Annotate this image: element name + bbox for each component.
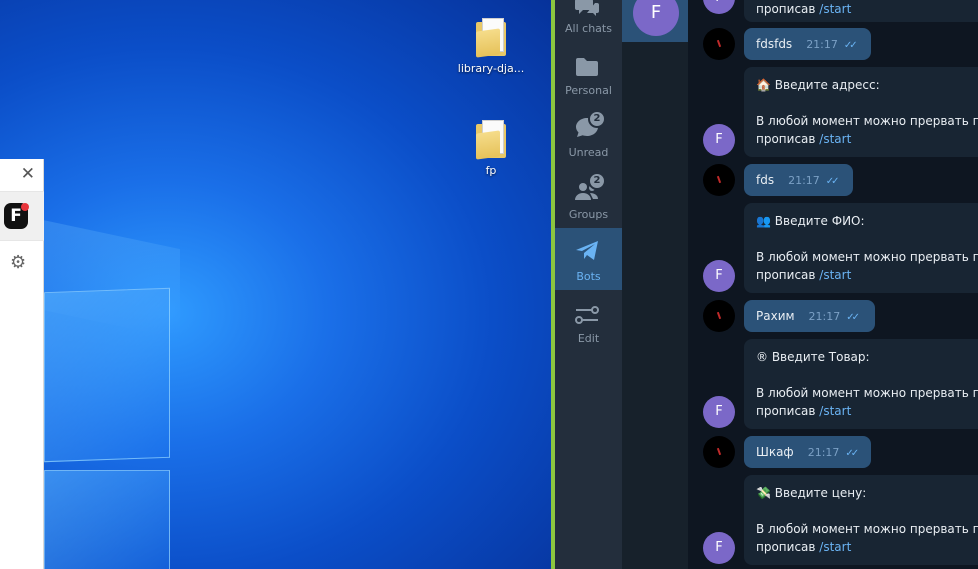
message-incoming: 👥 Введите ФИО: В любой момент можно прер… bbox=[744, 203, 978, 293]
mini-app-entry[interactable]: F bbox=[0, 191, 44, 241]
message-outgoing: Шкаф 21:17 ✓✓ bbox=[744, 436, 871, 468]
wallpaper-window-pane-top bbox=[44, 287, 170, 463]
double-check-icon: ✓✓ bbox=[846, 312, 860, 323]
desktop-icon-fp[interactable]: fp bbox=[456, 118, 526, 177]
message-body: В любой момент можно прервать п bbox=[756, 386, 978, 400]
money-emoji-icon: 💸 bbox=[756, 486, 771, 500]
mini-app-window: ✕ F ⚙ bbox=[0, 159, 44, 569]
start-link[interactable]: /start bbox=[819, 268, 851, 282]
notification-dot bbox=[21, 203, 29, 211]
avatar: F bbox=[633, 0, 679, 36]
folder-label: All chats bbox=[565, 22, 612, 35]
start-link[interactable]: /start bbox=[819, 404, 851, 418]
bots-icon bbox=[576, 241, 598, 260]
folder-icon bbox=[474, 16, 508, 58]
people-emoji-icon: 👥 bbox=[756, 214, 771, 228]
message-prompt: Введите ФИО: bbox=[774, 214, 865, 228]
folder-label: Edit bbox=[577, 332, 600, 345]
message-prompt: Введите Товар: bbox=[771, 350, 870, 364]
message-text: fds bbox=[756, 173, 775, 187]
double-check-icon: ✓✓ bbox=[825, 176, 840, 187]
chat-list: F bbox=[622, 0, 688, 569]
folder-bots[interactable]: Bots bbox=[555, 228, 622, 290]
chat-messages: F прописав /start fdsfds 21:17 ✓✓ 🏠 Введит… bbox=[688, 0, 978, 569]
folder-icon bbox=[474, 118, 508, 160]
house-emoji-icon: 🏠 bbox=[756, 78, 771, 92]
message-text: fdsfds bbox=[756, 37, 793, 51]
message-text: Рахим bbox=[756, 309, 795, 323]
message-outgoing: Рахим 21:17 ✓✓ bbox=[744, 300, 875, 332]
desktop-icon-library[interactable]: library-dja... bbox=[456, 16, 526, 75]
avatar bbox=[703, 164, 735, 196]
folder-unread[interactable]: 2 Unread bbox=[555, 104, 622, 166]
chats-icon bbox=[575, 0, 599, 16]
gear-icon[interactable]: ⚙ bbox=[10, 253, 26, 273]
avatar bbox=[703, 436, 735, 468]
start-link[interactable]: /start bbox=[819, 2, 851, 16]
registered-emoji-icon: ® bbox=[756, 350, 768, 364]
desktop-wallpaper: library-dja... fp ✕ F ⚙ bbox=[0, 0, 551, 569]
folder-icon bbox=[576, 58, 598, 76]
folder-label: Groups bbox=[568, 208, 609, 221]
avatar bbox=[703, 28, 735, 60]
start-link[interactable]: /start bbox=[819, 540, 851, 554]
folder-label: Bots bbox=[576, 270, 601, 283]
folder-label: Personal bbox=[565, 84, 612, 97]
folder-label: Unread bbox=[568, 146, 609, 159]
message-body: В любой момент можно прервать п bbox=[756, 250, 978, 264]
avatar: F bbox=[703, 0, 735, 14]
desktop-icon-label: library-dja... bbox=[457, 62, 525, 75]
start-link[interactable]: /start bbox=[819, 132, 851, 146]
message-time: 21:17 bbox=[807, 446, 840, 459]
double-check-icon: ✓✓ bbox=[843, 40, 858, 51]
folder-sidebar: All chats Personal 2 Unread 2 Groups Bot… bbox=[555, 0, 622, 569]
wallpaper-window-pane-bottom bbox=[44, 470, 170, 569]
folder-groups[interactable]: 2 Groups bbox=[555, 166, 622, 228]
desktop-icon-label: fp bbox=[485, 164, 497, 177]
message-time: 21:17 bbox=[806, 38, 838, 51]
message-outgoing: fdsfds 21:17 ✓✓ bbox=[744, 28, 871, 60]
edit-icon bbox=[575, 306, 599, 324]
unread-badge: 2 bbox=[588, 110, 606, 128]
avatar bbox=[703, 300, 735, 332]
avatar: F bbox=[703, 396, 735, 428]
message-body: В любой момент можно прервать п bbox=[756, 114, 978, 128]
message-prompt: Введите цену: bbox=[774, 486, 867, 500]
message-incoming: прописав /start bbox=[744, 0, 978, 22]
close-icon[interactable]: ✕ bbox=[21, 165, 35, 183]
folder-personal[interactable]: Personal bbox=[555, 42, 622, 104]
message-time: 21:17 bbox=[808, 310, 841, 323]
message-incoming: ® Введите Товар: В любой момент можно пр… bbox=[744, 339, 978, 429]
message-incoming: 🏠 Введите адресс: В любой момент можно п… bbox=[744, 67, 978, 157]
groups-badge: 2 bbox=[588, 172, 606, 190]
message-text: прописав bbox=[756, 2, 820, 16]
message-body: В любой момент можно прервать п bbox=[756, 522, 978, 536]
message-prompt: Введите адресс: bbox=[774, 78, 880, 92]
message-incoming: 💸 Введите цену: В любой момент можно пре… bbox=[744, 475, 978, 565]
avatar: F bbox=[703, 532, 735, 564]
message-text: Шкаф bbox=[756, 445, 794, 459]
message-outgoing: fds 21:17 ✓✓ bbox=[744, 164, 853, 196]
avatar: F bbox=[703, 260, 735, 292]
folder-edit[interactable]: Edit bbox=[555, 290, 622, 352]
chat-list-item-active[interactable]: F bbox=[622, 0, 688, 42]
message-time: 21:17 bbox=[788, 174, 820, 187]
folder-all-chats[interactable]: All chats bbox=[555, 0, 622, 36]
double-check-icon: ✓✓ bbox=[845, 448, 859, 459]
avatar: F bbox=[703, 124, 735, 156]
